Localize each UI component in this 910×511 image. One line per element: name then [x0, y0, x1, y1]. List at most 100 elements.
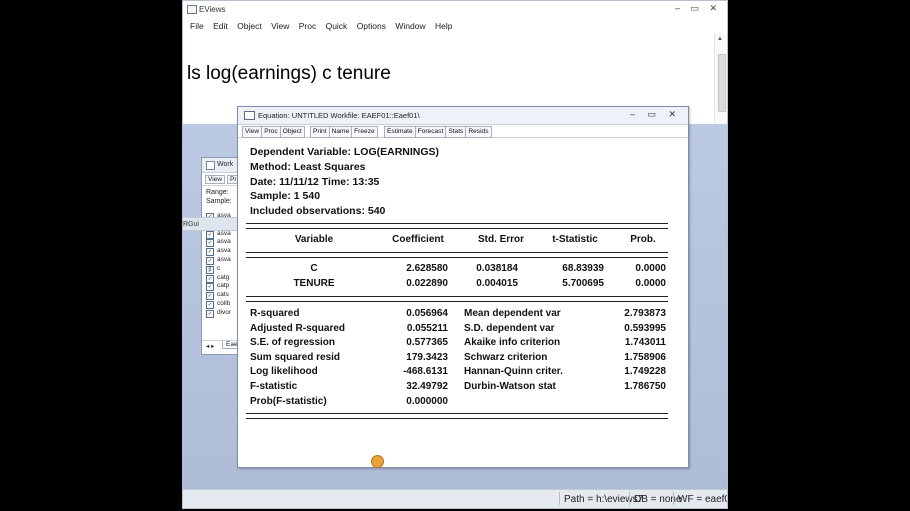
- row-variable-c: C: [310, 263, 318, 274]
- table-divider: [246, 252, 668, 258]
- status-path: Path = h:\eviews7: [564, 494, 644, 505]
- menu-help[interactable]: Help: [435, 18, 452, 31]
- stat-value: 0.593995: [624, 323, 666, 334]
- stat-label: Mean dependent var: [464, 308, 561, 319]
- estimation-date: Date: 11/11/12 Time: 13:35: [250, 176, 380, 188]
- series-icon: ✓: [206, 248, 214, 257]
- dependent-variable: Dependent Variable: LOG(EARNINGS): [250, 146, 440, 158]
- status-db: DB = none: [634, 494, 682, 505]
- row-tenure-prob: 0.0000: [635, 278, 666, 289]
- menu-quick[interactable]: Quick: [326, 18, 348, 31]
- command-text[interactable]: ls log(earnings) c tenure: [187, 63, 391, 85]
- menu-view[interactable]: View: [271, 18, 289, 31]
- series-icon: ✓: [206, 300, 214, 309]
- stat-label: S.E. of regression: [250, 337, 336, 348]
- stat-label: F-statistic: [250, 381, 298, 392]
- column-header-coefficient: Coefficient: [392, 234, 444, 245]
- row-variable-tenure: TENURE: [293, 278, 335, 289]
- estimation-method: Method: Least Squares: [250, 161, 366, 173]
- command-scrollbar[interactable]: ▲: [714, 34, 727, 124]
- list-item[interactable]: ✓ catp: [206, 282, 231, 292]
- status-wf: WF = eaef01: [678, 494, 727, 505]
- workfile-view-button[interactable]: View: [205, 175, 225, 184]
- menu-window[interactable]: Window: [395, 18, 425, 31]
- row-c-t-statistic: 68.83939: [562, 263, 604, 274]
- stat-value: 0.000000: [406, 396, 448, 407]
- series-icon: ✓: [206, 239, 214, 248]
- series-icon: ✓: [206, 283, 214, 292]
- stat-label: Hannan-Quinn criter.: [464, 366, 563, 377]
- row-c-prob: 0.0000: [635, 263, 666, 274]
- coefficient-icon: β: [206, 265, 214, 274]
- list-item[interactable]: ✓ divor: [206, 309, 231, 318]
- stat-value: 0.056964: [406, 308, 448, 319]
- equation-window-controls[interactable]: – ▭ ✕: [630, 109, 681, 120]
- stat-value: 1.786750: [624, 381, 666, 392]
- stat-label: Durbin-Watson stat: [464, 381, 556, 392]
- menu-object[interactable]: Object: [237, 18, 262, 31]
- series-icon: ✓: [206, 292, 214, 301]
- column-header-prob: Prob.: [630, 234, 656, 245]
- scroll-thumb[interactable]: [718, 54, 726, 112]
- stat-value: 1.743011: [624, 337, 666, 348]
- list-item[interactable]: ✓ cats: [206, 291, 231, 301]
- list-item[interactable]: ✓asva: [206, 238, 231, 248]
- menu-options[interactable]: Options: [357, 18, 386, 31]
- row-c-coefficient: 2.628580: [406, 263, 448, 274]
- equation-titlebar[interactable]: Equation: UNTITLED Workfile: EAEF01::Eae…: [238, 107, 688, 125]
- series-icon: ✓: [206, 309, 214, 318]
- estimation-output: Dependent Variable: LOG(EARNINGS) Method…: [238, 136, 688, 467]
- equation-window: Equation: UNTITLED Workfile: EAEF01::Eae…: [237, 106, 689, 468]
- stat-label: Akaike info criterion: [464, 337, 561, 348]
- row-tenure-t-statistic: 5.700695: [562, 278, 604, 289]
- list-item[interactable]: ✓asva: [206, 247, 231, 257]
- stat-label: Schwarz criterion: [464, 352, 548, 363]
- status-bar: Path = h:\eviews7 DB = none WF = eaef01: [183, 489, 727, 508]
- eviews-main-window: EViews – ▭ ✕ File Edit Object View Proc …: [182, 0, 728, 509]
- window-controls[interactable]: – ▭ ✕: [675, 3, 721, 14]
- series-icon: ✓: [206, 256, 214, 265]
- stat-label: S.D. dependent var: [464, 323, 555, 334]
- eviews-app-icon: [187, 5, 197, 14]
- app-title: EViews: [199, 5, 226, 14]
- scroll-up-icon[interactable]: ▲: [717, 36, 723, 42]
- row-tenure-std-error: 0.004015: [476, 278, 518, 289]
- stat-label: R-squared: [250, 308, 300, 319]
- row-c-std-error: 0.038184: [476, 263, 518, 274]
- menu-edit[interactable]: Edit: [213, 18, 228, 31]
- column-header-variable: Variable: [294, 234, 334, 245]
- workfile-title: Work: [217, 161, 234, 168]
- stat-label: Log likelihood: [250, 366, 318, 377]
- included-observations: Included observations: 540: [250, 205, 386, 217]
- stat-value: 179.3423: [406, 352, 448, 363]
- stat-value: 2.793873: [624, 308, 666, 319]
- menu-file[interactable]: File: [190, 18, 204, 31]
- stat-label: Adjusted R-squared: [250, 323, 346, 334]
- list-item[interactable]: ✓asva: [206, 256, 231, 265]
- stat-value: 1.758906: [624, 352, 666, 363]
- list-item[interactable]: ✓ catg: [206, 274, 231, 283]
- table-divider: [246, 413, 668, 419]
- stat-value: 32.49792: [406, 381, 448, 392]
- series-icon: ✓: [206, 274, 214, 283]
- stat-label: Prob(F-statistic): [250, 396, 327, 407]
- list-item[interactable]: βc: [206, 265, 231, 274]
- menu-bar: File Edit Object View Proc Quick Options…: [183, 18, 727, 34]
- stat-value: 0.055211: [406, 323, 448, 334]
- column-header-std-error: Std. Error: [477, 234, 525, 245]
- stat-value: -468.6131: [402, 366, 448, 377]
- menu-proc[interactable]: Proc: [299, 18, 316, 31]
- stat-value: 1.749228: [624, 366, 666, 377]
- series-icon: ✓: [206, 230, 214, 239]
- stat-value: 0.577365: [406, 337, 448, 348]
- tab-nav-arrows[interactable]: ◂ ▸: [206, 342, 214, 350]
- equation-icon: [244, 111, 255, 120]
- table-divider: [246, 296, 668, 302]
- table-divider: [246, 223, 668, 229]
- stat-label: Sum squared resid: [250, 352, 341, 363]
- list-item[interactable]: ✓ collb: [206, 300, 231, 309]
- equation-title: Equation: UNTITLED Workfile: EAEF01::Eae…: [258, 111, 420, 120]
- column-header-t-statistic: t-Statistic: [552, 234, 598, 245]
- row-tenure-coefficient: 0.022890: [406, 278, 448, 289]
- mouse-cursor-icon: [371, 455, 384, 468]
